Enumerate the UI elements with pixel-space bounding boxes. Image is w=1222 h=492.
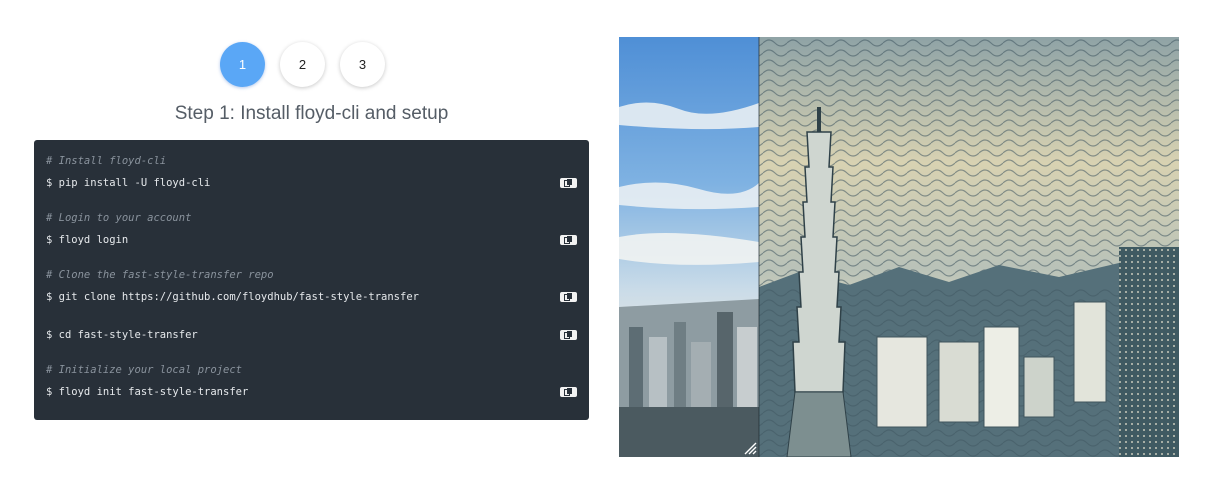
terminal-command-row: $ git clone https://github.com/floydhub/…: [46, 289, 577, 305]
terminal-comment: # Install floyd-cli: [46, 155, 167, 167]
terminal-command-row: $ cd fast-style-transfer: [46, 327, 577, 343]
resize-handle-icon[interactable]: [743, 441, 757, 455]
terminal-command: $ cd fast-style-transfer: [46, 329, 198, 341]
copy-button[interactable]: [560, 235, 577, 245]
terminal-command: $ floyd init fast-style-transfer: [46, 386, 249, 398]
terminal-command-row: $ floyd init fast-style-transfer: [46, 384, 577, 400]
copy-button[interactable]: [560, 292, 577, 302]
clipboard-icon: [564, 179, 572, 187]
terminal-command-row: $ floyd login: [46, 232, 577, 248]
terminal-command: $ floyd login: [46, 234, 129, 246]
terminal-command: $ pip install -U floyd-cli: [46, 177, 211, 189]
page: 1 2 3 Step 1: Install floyd-cli and setu…: [0, 0, 1222, 492]
stepper: 1 2 3: [220, 42, 385, 87]
clipboard-icon: [564, 293, 572, 301]
clipboard-icon: [564, 236, 572, 244]
terminal-comment: # Initialize your local project: [46, 364, 242, 376]
step-2-button[interactable]: 2: [280, 42, 325, 87]
copy-button[interactable]: [560, 387, 577, 397]
terminal-command-row: $ pip install -U floyd-cli: [46, 175, 577, 191]
clipboard-icon: [564, 388, 572, 396]
terminal-command: $ git clone https://github.com/floydhub/…: [46, 291, 419, 303]
step-title: Step 1: Install floyd-cli and setup: [174, 103, 449, 124]
step-3-button[interactable]: 3: [340, 42, 385, 87]
copy-button[interactable]: [560, 178, 577, 188]
clipboard-icon: [564, 331, 572, 339]
copy-button[interactable]: [560, 330, 577, 340]
step-1-button[interactable]: 1: [220, 42, 265, 87]
terminal-code-block: # Install floyd-cli $ pip install -U flo…: [34, 140, 589, 420]
style-transfer-comparison-image[interactable]: [619, 37, 1179, 457]
skyline-image: [619, 37, 1179, 457]
terminal-comment: # Login to your account: [46, 212, 192, 224]
terminal-comment: # Clone the fast-style-transfer repo: [46, 269, 274, 281]
